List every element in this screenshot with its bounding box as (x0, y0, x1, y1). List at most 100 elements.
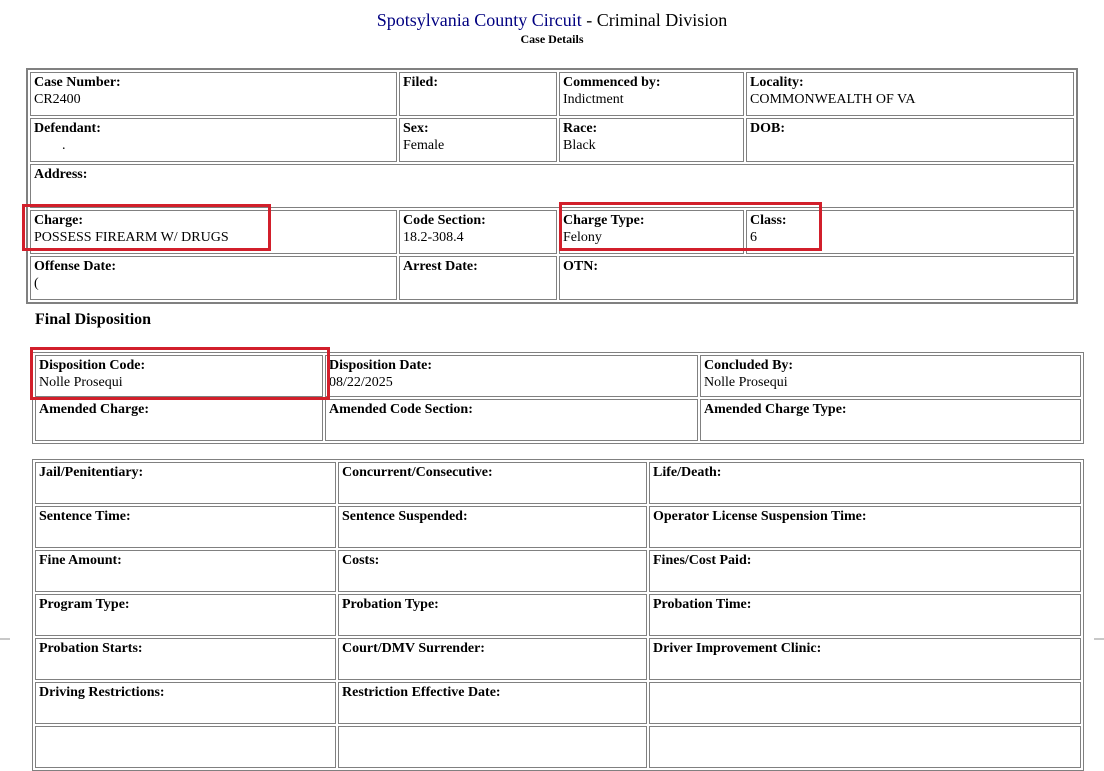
amended-charge-label: Amended Charge: (39, 402, 150, 417)
table-row: Offense Date: ( Arrest Date: OTN: (30, 256, 1074, 300)
table-row: Fine Amount: Costs: Fines/Cost Paid: (35, 550, 1081, 592)
life-death-cell: Life/Death: (649, 462, 1081, 504)
amended-charge-type-label: Amended Charge Type: (704, 402, 847, 417)
final-disposition-table: Disposition Code: Nolle Prosequi Disposit… (32, 352, 1084, 444)
table-row: Sentence Time: Sentence Suspended: Opera… (35, 506, 1081, 548)
otn-label: OTN: (563, 259, 598, 274)
probation-type-cell: Probation Type: (338, 594, 647, 636)
concurrent-label: Concurrent/Consecutive: (342, 465, 493, 480)
jail-cell: Jail/Penitentiary: (35, 462, 336, 504)
table-row: Amended Charge: Amended Code Section: Am… (35, 399, 1081, 441)
address-label: Address: (34, 167, 88, 182)
disposition-code-value: Nolle Prosequi (39, 375, 123, 390)
empty-cell (649, 726, 1081, 768)
dob-cell: DOB: (746, 118, 1074, 162)
disposition-date-cell: Disposition Date: 08/22/2025 (325, 355, 698, 397)
court-dmv-cell: Court/DMV Surrender: (338, 638, 647, 680)
locality-label: Locality: (750, 75, 804, 90)
empty-cell (35, 726, 336, 768)
driver-clinic-cell: Driver Improvement Clinic: (649, 638, 1081, 680)
table-row: Address: (30, 164, 1074, 208)
filed-cell: Filed: (399, 72, 557, 116)
class-label: Class: (750, 213, 787, 228)
disposition-date-value: 08/22/2025 (329, 375, 393, 390)
table-row: Probation Starts: Court/DMV Surrender: D… (35, 638, 1081, 680)
probation-starts-label: Probation Starts: (39, 641, 143, 656)
probation-type-label: Probation Type: (342, 597, 439, 612)
program-type-label: Program Type: (39, 597, 130, 612)
jail-label: Jail/Penitentiary: (39, 465, 144, 480)
probation-time-label: Probation Time: (653, 597, 752, 612)
offense-date-label: Offense Date: (34, 259, 117, 274)
court-name: Spotsylvania County Circuit (376, 10, 582, 30)
table-row: Case Number: CR2400 Filed: Commenced by: I… (30, 72, 1074, 116)
driving-restrictions-label: Driving Restrictions: (39, 685, 165, 700)
code-section-value: 18.2-308.4 (403, 230, 464, 245)
restriction-effective-cell: Restriction Effective Date: (338, 682, 647, 724)
table-row: Program Type: Probation Type: Probation … (35, 594, 1081, 636)
probation-starts-cell: Probation Starts: (35, 638, 336, 680)
life-death-label: Life/Death: (653, 465, 722, 480)
case-number-value: CR2400 (34, 92, 81, 107)
address-cell: Address: (30, 164, 1074, 208)
restriction-effective-label: Restriction Effective Date: (342, 685, 501, 700)
commenced-cell: Commenced by: Indictment (559, 72, 744, 116)
code-section-label: Code Section: (403, 213, 486, 228)
defendant-cell: Defendant: . (30, 118, 397, 162)
defendant-label: Defendant: (34, 121, 101, 136)
sex-value: Female (403, 138, 445, 153)
page-title: Spotsylvania County Circuit - Criminal D… (0, 9, 1104, 31)
driving-restrictions-cell: Driving Restrictions: (35, 682, 336, 724)
sentence-suspended-cell: Sentence Suspended: (338, 506, 647, 548)
empty-cell (338, 726, 647, 768)
commenced-label: Commenced by: (563, 75, 661, 90)
sex-label: Sex: (403, 121, 429, 136)
race-value: Black (563, 138, 596, 153)
costs-cell: Costs: (338, 550, 647, 592)
case-details-table: Case Number: CR2400 Filed: Commenced by: I… (26, 68, 1078, 304)
page-edge-mark-left (0, 638, 10, 640)
sentence-suspended-label: Sentence Suspended: (342, 509, 468, 524)
concluded-by-label: Concluded By: (704, 358, 794, 373)
operator-license-label: Operator License Suspension Time: (653, 509, 867, 524)
defendant-value: . (34, 138, 66, 153)
page-header: Spotsylvania County Circuit - Criminal D… (0, 9, 1104, 46)
charge-type-label: Charge Type: (563, 213, 645, 228)
dob-label: DOB: (750, 121, 785, 136)
code-section-cell: Code Section: 18.2-308.4 (399, 210, 557, 254)
class-cell: Class: 6 (746, 210, 1074, 254)
arrest-date-cell: Arrest Date: (399, 256, 557, 300)
sex-cell: Sex: Female (399, 118, 557, 162)
empty-cell (649, 682, 1081, 724)
concurrent-cell: Concurrent/Consecutive: (338, 462, 647, 504)
amended-code-section-cell: Amended Code Section: (325, 399, 698, 441)
operator-license-cell: Operator License Suspension Time: (649, 506, 1081, 548)
race-cell: Race: Black (559, 118, 744, 162)
charge-type-value: Felony (563, 230, 602, 245)
amended-code-section-label: Amended Code Section: (329, 402, 473, 417)
amended-charge-cell: Amended Charge: (35, 399, 323, 441)
disposition-code-label: Disposition Code: (39, 358, 146, 373)
case-number-cell: Case Number: CR2400 (30, 72, 397, 116)
table-row: Jail/Penitentiary: Concurrent/Consecutiv… (35, 462, 1081, 504)
filed-label: Filed: (403, 75, 438, 90)
division-name: Criminal Division (596, 10, 728, 30)
table-row: Disposition Code: Nolle Prosequi Disposit… (35, 355, 1081, 397)
page-subtitle: Case Details (520, 32, 584, 46)
table-row: Driving Restrictions: Restriction Effect… (35, 682, 1081, 724)
locality-value: COMMONWEALTH OF VA (750, 92, 916, 107)
otn-cell: OTN: (559, 256, 1074, 300)
court-dmv-label: Court/DMV Surrender: (342, 641, 485, 656)
sentence-table: Jail/Penitentiary: Concurrent/Consecutiv… (32, 459, 1084, 771)
charge-cell: Charge: POSSESS FIREARM W/ DRUGS (30, 210, 397, 254)
probation-time-cell: Probation Time: (649, 594, 1081, 636)
disposition-date-label: Disposition Date: (329, 358, 433, 373)
arrest-date-label: Arrest Date: (403, 259, 478, 274)
charge-type-cell: Charge Type: Felony (559, 210, 744, 254)
table-row: Charge: POSSESS FIREARM W/ DRUGS Code Sec… (30, 210, 1074, 254)
driver-clinic-label: Driver Improvement Clinic: (653, 641, 822, 656)
charge-label: Charge: (34, 213, 83, 228)
concluded-by-cell: Concluded By: Nolle Prosequi (700, 355, 1081, 397)
fine-amount-cell: Fine Amount: (35, 550, 336, 592)
title-separator: - (581, 10, 597, 30)
